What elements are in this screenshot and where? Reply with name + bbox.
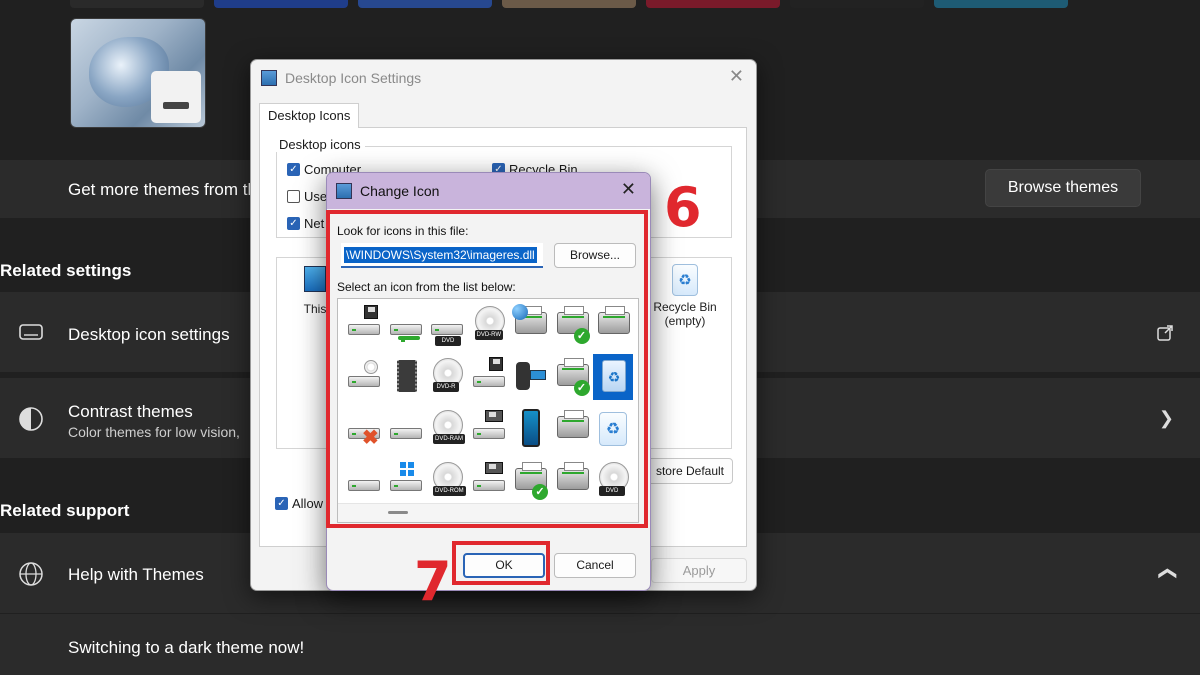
chevron-right-icon: ❯: [1158, 408, 1174, 428]
contrast-themes-subtitle: Color themes for low vision,: [68, 424, 240, 440]
theme-thumb[interactable]: [358, 0, 492, 8]
get-more-themes-label: Get more themes from th: [68, 180, 257, 199]
preview-label: Recycle Bin: [653, 300, 717, 314]
highlight-box-step6: [326, 210, 648, 528]
highlight-box-step7: [452, 541, 550, 585]
apply-button[interactable]: Apply: [651, 558, 747, 583]
theme-thumb[interactable]: [934, 0, 1068, 8]
dialog-title: Desktop Icon Settings: [285, 70, 422, 86]
change-icon-app-icon: [336, 183, 352, 199]
checkbox-checked-icon: ✓: [287, 217, 300, 230]
desktop-settings-app-icon: [261, 70, 277, 86]
checkbox-label: Net: [304, 216, 325, 231]
close-icon[interactable]: ✕: [621, 179, 636, 200]
monitor-icon: [19, 324, 43, 340]
globe-icon: [19, 562, 43, 586]
group-title: Desktop icons: [275, 137, 365, 152]
monitor-icon: [304, 266, 326, 292]
checkbox-checked-icon: ✓: [275, 497, 288, 510]
checkbox-label: Use: [304, 189, 328, 204]
dialog-title: Change Icon: [360, 183, 440, 199]
window-preview: [151, 71, 201, 123]
theme-thumb[interactable]: [70, 0, 204, 8]
desktop-icon-settings-label: Desktop icon settings: [68, 325, 230, 344]
help-link-text[interactable]: Switching to a dark theme now!: [68, 638, 304, 658]
help-content-row: Switching to a dark theme now!: [0, 614, 1200, 675]
cancel-button[interactable]: Cancel: [554, 553, 636, 578]
theme-thumb[interactable]: [646, 0, 780, 8]
checkbox-network[interactable]: ✓ Net: [287, 216, 324, 231]
theme-thumb[interactable]: [502, 0, 636, 8]
theme-preview-tile[interactable]: [70, 18, 206, 128]
checkbox-allow-themes[interactable]: ✓ Allow: [275, 496, 323, 511]
related-support-heading: Related support: [0, 501, 130, 520]
checkbox-unchecked-icon: [287, 190, 300, 203]
dialog-titlebar[interactable]: Desktop Icon Settings ✕: [251, 60, 756, 96]
help-with-themes-label: Help with Themes: [68, 565, 204, 584]
tab-desktop-icons[interactable]: Desktop Icons: [259, 103, 360, 128]
checkbox-checked-icon: ✓: [287, 163, 300, 176]
dialog-titlebar[interactable]: Change Icon ✕: [327, 173, 650, 209]
step-number-7: 7: [414, 550, 452, 613]
recycle-bin-empty-preview[interactable]: ♻ Recycle Bin (empty): [645, 264, 725, 328]
step-number-6: 6: [664, 176, 702, 239]
restore-default-button[interactable]: store Default: [647, 458, 733, 484]
contrast-icon: [19, 407, 43, 431]
related-settings-heading: Related settings: [0, 261, 132, 280]
theme-thumbnail-strip: [70, 0, 1068, 10]
theme-thumb[interactable]: [790, 0, 924, 8]
checkbox-label: Allow: [292, 496, 324, 511]
browse-themes-button[interactable]: Browse themes: [985, 169, 1141, 207]
recycle-bin-icon: ♻: [672, 264, 698, 296]
close-icon[interactable]: ✕: [729, 66, 744, 87]
contrast-themes-label: Contrast themes: [68, 402, 193, 421]
preview-label: (empty): [664, 314, 706, 328]
checkbox-users-files[interactable]: Use: [287, 189, 327, 204]
chevron-up-icon[interactable]: ❯: [1156, 566, 1177, 581]
theme-thumb[interactable]: [214, 0, 348, 8]
external-link-icon: [1157, 325, 1173, 341]
